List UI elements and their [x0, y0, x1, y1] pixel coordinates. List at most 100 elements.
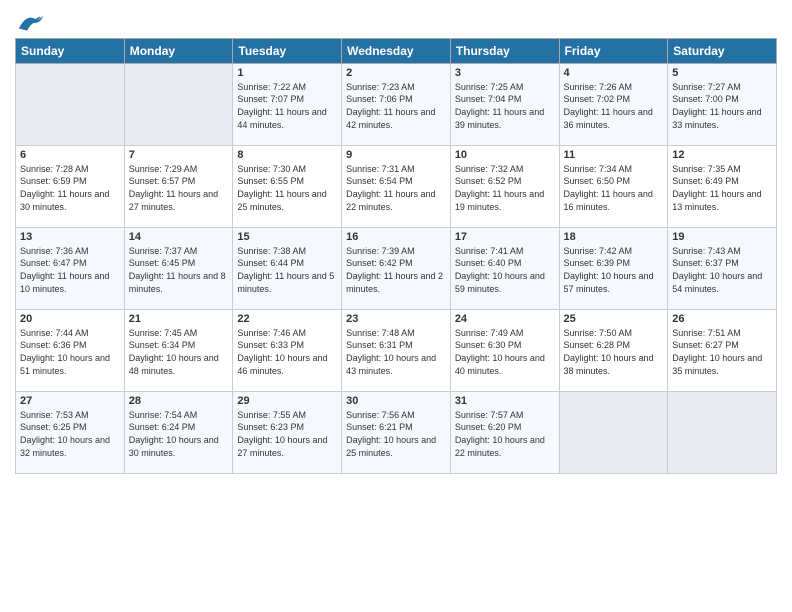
calendar-cell	[16, 63, 125, 145]
day-number: 13	[20, 231, 120, 243]
day-number: 24	[455, 313, 555, 325]
weekday-header: Saturday	[668, 38, 777, 63]
page-container: SundayMondayTuesdayWednesdayThursdayFrid…	[0, 0, 792, 479]
day-number: 14	[129, 231, 229, 243]
weekday-header: Monday	[124, 38, 233, 63]
weekday-header: Thursday	[450, 38, 559, 63]
day-number: 30	[346, 395, 446, 407]
day-info: Sunrise: 7:41 AMSunset: 6:40 PMDaylight:…	[455, 245, 555, 295]
day-info: Sunrise: 7:54 AMSunset: 6:24 PMDaylight:…	[129, 409, 229, 459]
day-info: Sunrise: 7:55 AMSunset: 6:23 PMDaylight:…	[237, 409, 337, 459]
calendar-cell: 30 Sunrise: 7:56 AMSunset: 6:21 PMDayligh…	[342, 391, 451, 473]
calendar-cell: 18Sunrise: 7:42 AMSunset: 6:39 PMDayligh…	[559, 227, 668, 309]
day-number: 1	[237, 67, 337, 79]
day-number: 25	[564, 313, 664, 325]
calendar-cell: 21 Sunrise: 7:45 AMSunset: 6:34 PMDayligh…	[124, 309, 233, 391]
calendar-table: SundayMondayTuesdayWednesdayThursdayFrid…	[15, 38, 777, 474]
day-info: Sunrise: 7:45 AMSunset: 6:34 PMDaylight:…	[129, 327, 229, 377]
calendar-cell: 24Sunrise: 7:49 AMSunset: 6:30 PMDayligh…	[450, 309, 559, 391]
day-number: 4	[564, 67, 664, 79]
calendar-cell: 5 Sunrise: 7:27 AMSunset: 7:00 PMDaylight…	[668, 63, 777, 145]
day-number: 20	[20, 313, 120, 325]
day-info: Sunrise: 7:48 AMSunset: 6:31 PMDaylight:…	[346, 327, 446, 377]
calendar-cell: 14 Sunrise: 7:37 AMSunset: 6:45 PMDayligh…	[124, 227, 233, 309]
day-number: 8	[237, 149, 337, 161]
day-info: Sunrise: 7:44 AMSunset: 6:36 PMDaylight:…	[20, 327, 120, 377]
day-info: Sunrise: 7:36 AMSunset: 6:47 PMDaylight:…	[20, 245, 120, 295]
weekday-header: Tuesday	[233, 38, 342, 63]
calendar-cell: 6Sunrise: 7:28 AMSunset: 6:59 PMDaylight…	[16, 145, 125, 227]
day-number: 3	[455, 67, 555, 79]
calendar-cell	[559, 391, 668, 473]
calendar-cell: 22 Sunrise: 7:46 AMSunset: 6:33 PMDayligh…	[233, 309, 342, 391]
day-number: 28	[129, 395, 229, 407]
calendar-cell: 25 Sunrise: 7:50 AMSunset: 6:28 PMDayligh…	[559, 309, 668, 391]
day-info: Sunrise: 7:51 AMSunset: 6:27 PMDaylight:…	[672, 327, 772, 377]
logo	[15, 14, 45, 34]
day-info: Sunrise: 7:35 AMSunset: 6:49 PMDaylight:…	[672, 163, 772, 213]
calendar-cell: 17 Sunrise: 7:41 AMSunset: 6:40 PMDayligh…	[450, 227, 559, 309]
logo-bird-icon	[17, 11, 45, 33]
day-number: 10	[455, 149, 555, 161]
calendar-cell: 20 Sunrise: 7:44 AMSunset: 6:36 PMDayligh…	[16, 309, 125, 391]
day-number: 29	[237, 395, 337, 407]
day-info: Sunrise: 7:27 AMSunset: 7:00 PMDaylight:…	[672, 81, 772, 131]
day-number: 7	[129, 149, 229, 161]
day-info: Sunrise: 7:26 AMSunset: 7:02 PMDaylight:…	[564, 81, 664, 131]
weekday-header: Wednesday	[342, 38, 451, 63]
day-info: Sunrise: 7:31 AMSunset: 6:54 PMDaylight:…	[346, 163, 446, 213]
day-number: 16	[346, 231, 446, 243]
day-number: 17	[455, 231, 555, 243]
calendar-cell: 2 Sunrise: 7:23 AMSunset: 7:06 PMDaylight…	[342, 63, 451, 145]
day-info: Sunrise: 7:39 AMSunset: 6:42 PMDaylight:…	[346, 245, 446, 295]
calendar-cell: 9 Sunrise: 7:31 AMSunset: 6:54 PMDaylight…	[342, 145, 451, 227]
day-number: 21	[129, 313, 229, 325]
calendar-cell: 29 Sunrise: 7:55 AMSunset: 6:23 PMDayligh…	[233, 391, 342, 473]
calendar-cell: 8 Sunrise: 7:30 AMSunset: 6:55 PMDaylight…	[233, 145, 342, 227]
day-info: Sunrise: 7:42 AMSunset: 6:39 PMDaylight:…	[564, 245, 664, 295]
calendar-cell: 10 Sunrise: 7:32 AMSunset: 6:52 PMDayligh…	[450, 145, 559, 227]
calendar-cell: 12 Sunrise: 7:35 AMSunset: 6:49 PMDayligh…	[668, 145, 777, 227]
calendar-cell: 28 Sunrise: 7:54 AMSunset: 6:24 PMDayligh…	[124, 391, 233, 473]
day-number: 23	[346, 313, 446, 325]
day-number: 19	[672, 231, 772, 243]
day-info: Sunrise: 7:46 AMSunset: 6:33 PMDaylight:…	[237, 327, 337, 377]
calendar-cell: 23 Sunrise: 7:48 AMSunset: 6:31 PMDayligh…	[342, 309, 451, 391]
day-info: Sunrise: 7:56 AMSunset: 6:21 PMDaylight:…	[346, 409, 446, 459]
calendar-cell: 7 Sunrise: 7:29 AMSunset: 6:57 PMDaylight…	[124, 145, 233, 227]
day-info: Sunrise: 7:30 AMSunset: 6:55 PMDaylight:…	[237, 163, 337, 213]
day-info: Sunrise: 7:22 AMSunset: 7:07 PMDaylight:…	[237, 81, 337, 131]
calendar-cell: 1 Sunrise: 7:22 AMSunset: 7:07 PMDaylight…	[233, 63, 342, 145]
day-info: Sunrise: 7:34 AMSunset: 6:50 PMDaylight:…	[564, 163, 664, 213]
day-number: 11	[564, 149, 664, 161]
day-number: 22	[237, 313, 337, 325]
day-info: Sunrise: 7:29 AMSunset: 6:57 PMDaylight:…	[129, 163, 229, 213]
day-info: Sunrise: 7:23 AMSunset: 7:06 PMDaylight:…	[346, 81, 446, 131]
calendar-cell: 4 Sunrise: 7:26 AMSunset: 7:02 PMDaylight…	[559, 63, 668, 145]
day-number: 9	[346, 149, 446, 161]
day-info: Sunrise: 7:32 AMSunset: 6:52 PMDaylight:…	[455, 163, 555, 213]
day-number: 27	[20, 395, 120, 407]
day-number: 12	[672, 149, 772, 161]
day-info: Sunrise: 7:37 AMSunset: 6:45 PMDaylight:…	[129, 245, 229, 295]
day-info: Sunrise: 7:25 AMSunset: 7:04 PMDaylight:…	[455, 81, 555, 131]
weekday-header: Friday	[559, 38, 668, 63]
calendar-cell: 16 Sunrise: 7:39 AMSunset: 6:42 PMDayligh…	[342, 227, 451, 309]
calendar-cell: 13 Sunrise: 7:36 AMSunset: 6:47 PMDayligh…	[16, 227, 125, 309]
calendar-cell	[668, 391, 777, 473]
day-number: 26	[672, 313, 772, 325]
calendar-cell: 19Sunrise: 7:43 AMSunset: 6:37 PMDayligh…	[668, 227, 777, 309]
day-info: Sunrise: 7:57 AMSunset: 6:20 PMDaylight:…	[455, 409, 555, 459]
day-number: 31	[455, 395, 555, 407]
day-info: Sunrise: 7:50 AMSunset: 6:28 PMDaylight:…	[564, 327, 664, 377]
day-info: Sunrise: 7:28 AMSunset: 6:59 PMDaylight:…	[20, 163, 120, 213]
day-number: 2	[346, 67, 446, 79]
day-number: 5	[672, 67, 772, 79]
day-number: 15	[237, 231, 337, 243]
calendar-cell: 15 Sunrise: 7:38 AMSunset: 6:44 PMDayligh…	[233, 227, 342, 309]
day-info: Sunrise: 7:38 AMSunset: 6:44 PMDaylight:…	[237, 245, 337, 295]
calendar-cell: 26 Sunrise: 7:51 AMSunset: 6:27 PMDayligh…	[668, 309, 777, 391]
header-row	[15, 10, 777, 34]
calendar-cell: 31 Sunrise: 7:57 AMSunset: 6:20 PMDayligh…	[450, 391, 559, 473]
calendar-cell: 11 Sunrise: 7:34 AMSunset: 6:50 PMDayligh…	[559, 145, 668, 227]
